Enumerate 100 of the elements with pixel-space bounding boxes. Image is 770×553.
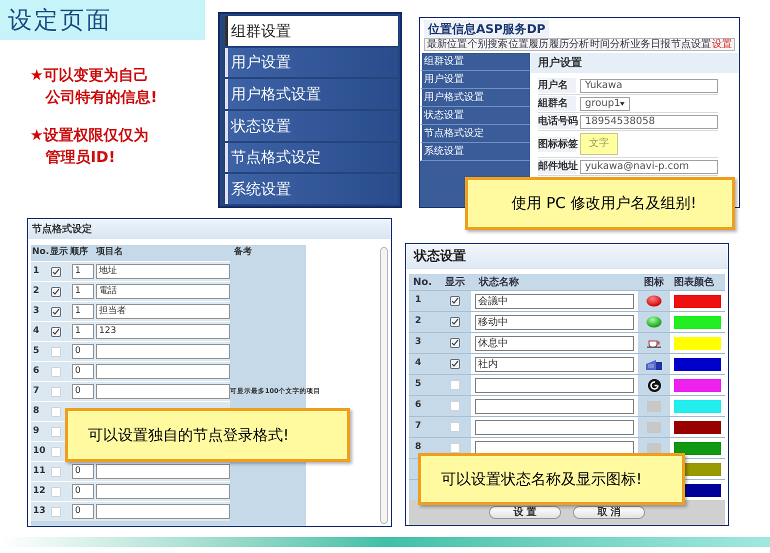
check-icon xyxy=(52,268,60,276)
checkbox[interactable] xyxy=(51,306,61,316)
input-field[interactable] xyxy=(96,504,230,519)
row-number: 11 xyxy=(32,464,47,478)
order-field[interactable]: 1 xyxy=(72,304,94,319)
input-field[interactable]: 123 xyxy=(96,324,230,339)
menu-item[interactable]: 状态设置 xyxy=(225,111,398,141)
color-swatch[interactable] xyxy=(674,442,721,454)
nav-tab[interactable]: 设置 xyxy=(712,39,732,50)
nav-tab[interactable]: 业务日报 xyxy=(630,39,671,50)
input-field[interactable]: Yukawa xyxy=(580,78,718,92)
field-label: 图标标签 xyxy=(538,136,576,152)
input-field[interactable]: yukawa@navi-p.com xyxy=(580,160,718,174)
action-button[interactable]: 设 置 xyxy=(489,506,561,519)
select-field[interactable]: group1 xyxy=(580,96,630,110)
input-field[interactable]: 休息中 xyxy=(475,336,634,350)
check-icon xyxy=(451,318,459,326)
building-icon xyxy=(646,358,662,370)
input-field[interactable] xyxy=(96,364,230,379)
action-button[interactable]: 取 消 xyxy=(573,506,645,519)
nav-tab[interactable]: 履历分析 xyxy=(549,39,590,50)
checkbox[interactable] xyxy=(450,296,460,306)
menu-item[interactable]: 用户格式设置 xyxy=(225,79,398,110)
column-header: No. xyxy=(412,276,434,290)
input-field[interactable]: 社内 xyxy=(475,356,634,372)
nav-tab[interactable]: 时间分析 xyxy=(590,39,630,50)
scrollbar[interactable] xyxy=(380,247,388,524)
field-label: 用户名 xyxy=(538,78,576,93)
order-field[interactable]: 1 xyxy=(72,284,94,299)
check-icon xyxy=(451,360,459,368)
row-number: 6 xyxy=(414,399,422,412)
nav-tab[interactable]: 个别搜索 xyxy=(468,39,508,50)
checkbox[interactable] xyxy=(450,359,460,369)
checkbox[interactable] xyxy=(51,286,61,296)
color-swatch[interactable] xyxy=(674,336,721,350)
empty-icon-slot xyxy=(647,400,661,412)
menu-item[interactable]: 组群设置 xyxy=(225,16,398,46)
section-title: 状态设置 xyxy=(414,248,466,266)
input-field[interactable]: 地址 xyxy=(96,264,230,279)
star-marker: ★ xyxy=(30,65,44,86)
dropdown-arrow-icon xyxy=(620,102,625,106)
row-number: 5 xyxy=(32,344,40,358)
sidebar-item[interactable]: 用户设置 xyxy=(420,71,530,89)
section-title: 用户设置 xyxy=(538,54,582,71)
slide-title: 设定页面 xyxy=(8,5,112,36)
checkbox[interactable] xyxy=(450,317,460,327)
checkbox[interactable] xyxy=(51,266,61,276)
sidebar-item[interactable]: 状态设置 xyxy=(420,107,530,125)
order-field[interactable]: 0 xyxy=(72,384,94,399)
color-swatch[interactable] xyxy=(674,358,721,370)
input-field[interactable] xyxy=(96,484,230,499)
field-label: 組群名 xyxy=(538,96,576,111)
check-icon xyxy=(451,339,459,347)
row-number: 7 xyxy=(414,420,422,434)
menu-item[interactable]: 节点格式设定 xyxy=(225,142,398,172)
input-field[interactable]: 移动中 xyxy=(475,314,634,330)
input-field[interactable]: 会議中 xyxy=(475,294,634,308)
order-field[interactable]: 0 xyxy=(72,484,94,499)
input-field[interactable] xyxy=(96,344,230,359)
checkbox[interactable] xyxy=(51,326,61,336)
row-number: 8 xyxy=(32,404,40,418)
sidebar-item[interactable]: 系统设置 xyxy=(420,143,530,161)
input-field[interactable] xyxy=(96,384,230,399)
row-number: 3 xyxy=(32,304,40,318)
order-field[interactable]: 0 xyxy=(72,464,94,479)
order-field[interactable]: 0 xyxy=(72,504,94,519)
column-header: 显示 xyxy=(50,246,69,260)
order-field[interactable]: 0 xyxy=(72,344,94,359)
column-header: 顺序 xyxy=(70,246,89,260)
row-number: 9 xyxy=(32,424,40,438)
color-swatch[interactable] xyxy=(674,378,721,392)
nav-tab[interactable]: 位置履历 xyxy=(508,39,548,50)
order-field[interactable]: 1 xyxy=(72,264,94,279)
input-field[interactable] xyxy=(475,398,634,414)
callout-tooltip: 可以设置独自的节点登录格式! xyxy=(65,408,350,462)
g-badge-icon xyxy=(648,378,660,392)
sidebar-item[interactable]: 用户格式设置 xyxy=(420,89,530,107)
nav-tab[interactable]: 最新位置 xyxy=(427,39,467,50)
ball-icon xyxy=(646,295,662,307)
input-field[interactable]: 18954538058 xyxy=(580,114,718,128)
input-field[interactable]: 電話 xyxy=(96,284,230,299)
check-icon xyxy=(52,328,60,336)
row-number: 6 xyxy=(32,364,40,378)
input-field[interactable] xyxy=(475,420,634,434)
menu-item[interactable]: 用户设置 xyxy=(225,48,398,78)
input-field[interactable] xyxy=(475,378,634,392)
checkbox[interactable] xyxy=(450,338,460,348)
color-swatch[interactable] xyxy=(674,400,721,412)
note-text: 设置权限仅仅为 管理员ID! xyxy=(43,125,148,168)
nav-tab[interactable]: 节点设置 xyxy=(671,39,712,50)
field-label: 邮件地址 xyxy=(538,159,576,174)
sidebar-item[interactable]: 节点格式设定 xyxy=(420,125,530,143)
color-swatch[interactable] xyxy=(674,316,721,328)
color-swatch[interactable] xyxy=(674,420,721,434)
menu-item[interactable]: 系统设置 xyxy=(225,174,398,204)
color-swatch[interactable] xyxy=(674,294,721,308)
order-field[interactable]: 1 xyxy=(72,324,94,339)
order-field[interactable]: 0 xyxy=(72,364,94,379)
input-field[interactable]: 担当者 xyxy=(96,304,230,319)
input-field[interactable] xyxy=(96,464,230,479)
